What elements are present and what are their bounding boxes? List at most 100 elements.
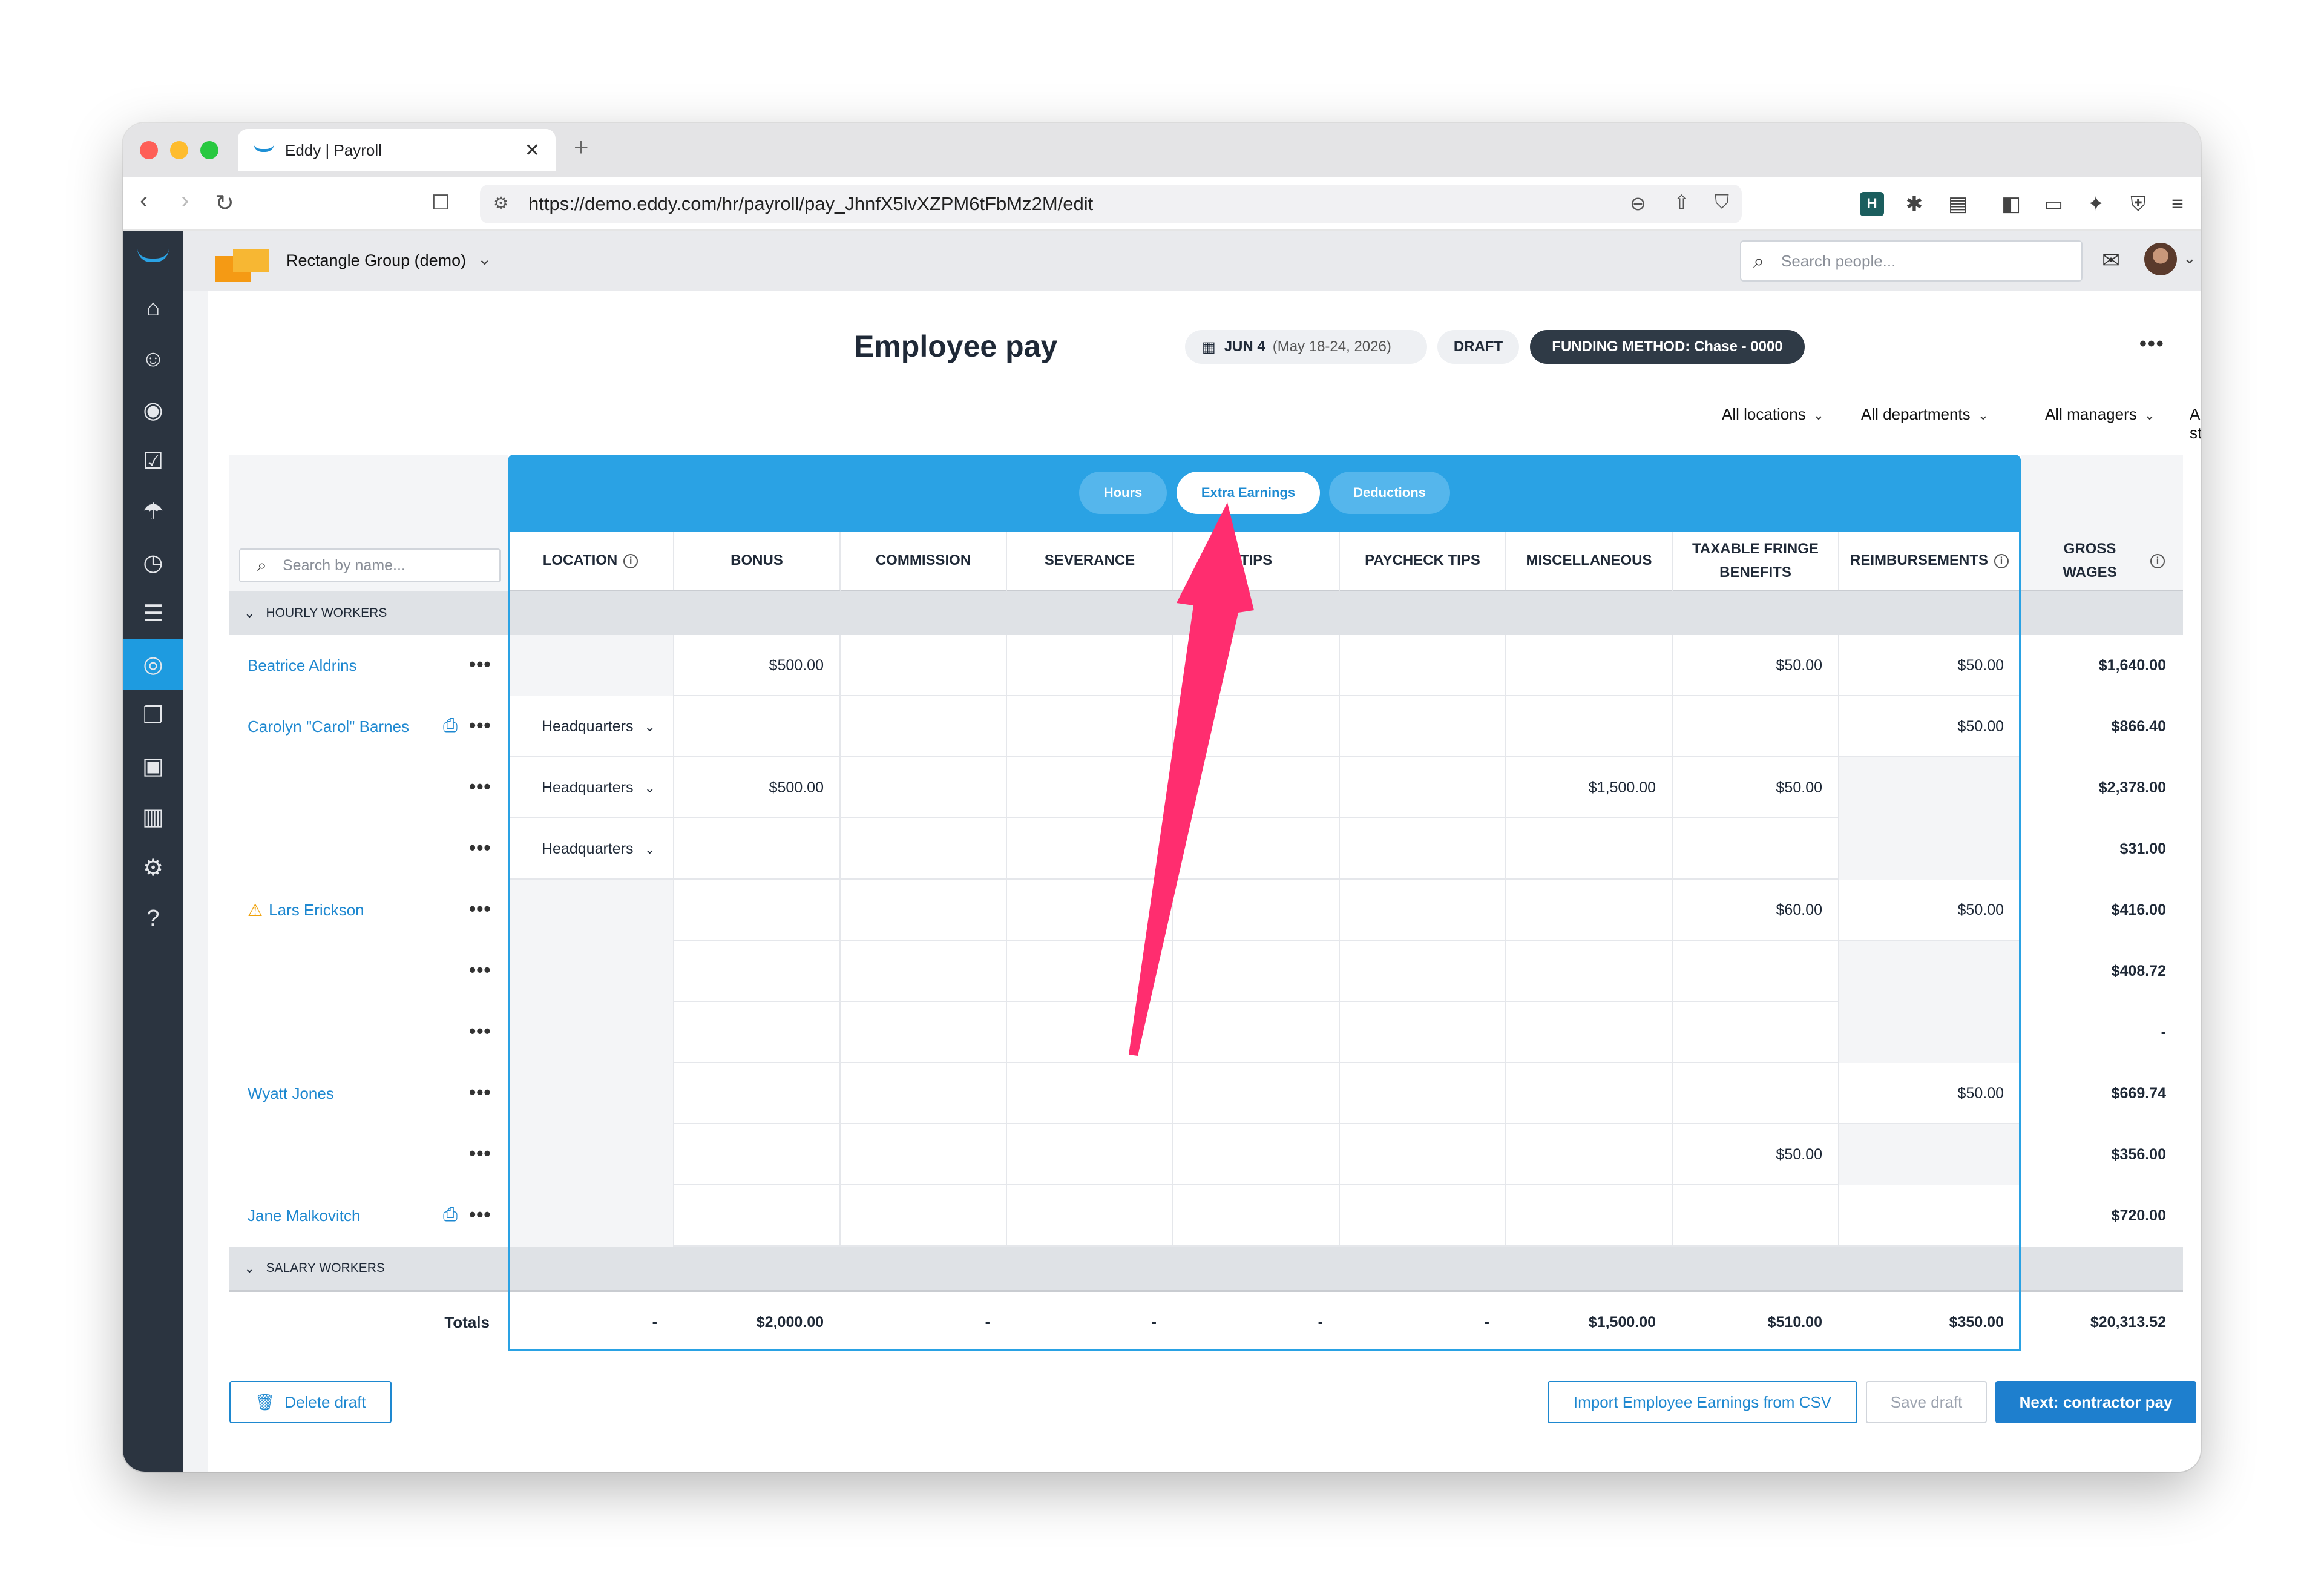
fringe-cell[interactable] bbox=[1673, 696, 1839, 757]
row-options-icon[interactable]: ••• bbox=[469, 959, 491, 981]
next-contractor-pay-button[interactable]: Next: contractor pay bbox=[1995, 1381, 2196, 1423]
filter-locations[interactable]: All locations ⌄ bbox=[1722, 405, 1824, 424]
group-hourly-workers[interactable]: ⌄ HOURLY WORKERS bbox=[229, 591, 2183, 635]
tips-cell[interactable] bbox=[1173, 1002, 1340, 1063]
tab-deductions[interactable]: Deductions bbox=[1329, 472, 1450, 514]
filter-statuses[interactable]: All statuses⌄ bbox=[2190, 405, 2201, 443]
employee-name-cell[interactable]: Beatrice Aldrins ••• bbox=[229, 635, 508, 696]
fringe-cell[interactable]: $50.00 bbox=[1673, 1124, 1839, 1185]
tips-cell[interactable] bbox=[1173, 1124, 1340, 1185]
paycheck-tips-cell[interactable] bbox=[1340, 941, 1506, 1002]
commission-cell[interactable] bbox=[841, 1002, 1007, 1063]
chevron-down-icon[interactable]: ⌄ bbox=[244, 1260, 255, 1276]
commission-cell[interactable] bbox=[841, 818, 1007, 880]
paycheck-tips-cell[interactable] bbox=[1340, 635, 1506, 696]
back-icon[interactable]: ‹ bbox=[140, 187, 148, 214]
misc-cell[interactable] bbox=[1506, 818, 1673, 880]
severance-cell[interactable] bbox=[1007, 941, 1173, 1002]
people-icon[interactable]: ☺ bbox=[123, 334, 183, 384]
tips-cell[interactable] bbox=[1173, 1185, 1340, 1247]
reader-icon[interactable]: ▤ bbox=[1946, 192, 1970, 216]
severance-cell[interactable] bbox=[1007, 696, 1173, 757]
severance-cell[interactable] bbox=[1007, 757, 1173, 818]
misc-cell[interactable] bbox=[1506, 1124, 1673, 1185]
fringe-cell[interactable] bbox=[1673, 941, 1839, 1002]
tips-cell[interactable] bbox=[1173, 880, 1340, 941]
pay-date-badge[interactable]: ▦ JUN 4 (May 18-24, 2026) bbox=[1185, 330, 1427, 364]
hiring-icon[interactable]: ◉ bbox=[123, 384, 183, 435]
bonus-cell[interactable] bbox=[674, 1124, 841, 1185]
tab-close-icon[interactable]: ✕ bbox=[525, 140, 540, 161]
wallet-icon[interactable]: ▭ bbox=[2041, 192, 2066, 216]
settings-icon[interactable]: ⚙ bbox=[123, 842, 183, 893]
misc-cell[interactable] bbox=[1506, 696, 1673, 757]
bonus-cell[interactable] bbox=[674, 696, 841, 757]
paycheck-tips-cell[interactable] bbox=[1340, 1002, 1506, 1063]
row-options-icon[interactable]: ••• bbox=[469, 1020, 491, 1042]
group-salary-workers[interactable]: ⌄ SALARY WORKERS bbox=[229, 1247, 2183, 1290]
zoom-window-button[interactable] bbox=[200, 141, 218, 159]
home-icon[interactable]: ⌂ bbox=[123, 283, 183, 334]
location-select[interactable]: Headquarters ⌄ bbox=[508, 818, 674, 880]
misc-cell[interactable]: $1,500.00 bbox=[1506, 757, 1673, 818]
reload-icon[interactable]: ↻ bbox=[215, 189, 234, 217]
reimb-cell[interactable] bbox=[1839, 1185, 2021, 1247]
tab-extra-earnings[interactable]: Extra Earnings bbox=[1177, 472, 1320, 514]
severance-cell[interactable] bbox=[1007, 880, 1173, 941]
severance-cell[interactable] bbox=[1007, 1185, 1173, 1247]
misc-cell[interactable] bbox=[1506, 880, 1673, 941]
filter-managers[interactable]: All managers ⌄ bbox=[2045, 405, 2155, 424]
name-search-input[interactable]: ⌕ Search by name... bbox=[239, 548, 501, 582]
org-logo[interactable] bbox=[215, 249, 269, 284]
info-icon[interactable]: i bbox=[623, 553, 638, 568]
employee-name[interactable]: Wyatt Jones bbox=[248, 1084, 334, 1103]
commission-cell[interactable] bbox=[841, 880, 1007, 941]
commission-cell[interactable] bbox=[841, 1063, 1007, 1124]
bonus-cell[interactable] bbox=[674, 1185, 841, 1247]
reimb-cell[interactable]: $50.00 bbox=[1839, 880, 2021, 941]
paycheck-tips-cell[interactable] bbox=[1340, 1185, 1506, 1247]
close-window-button[interactable] bbox=[140, 141, 158, 159]
time-tracking-icon[interactable]: ◷ bbox=[123, 537, 183, 588]
browser-tab[interactable]: Eddy | Payroll ✕ bbox=[238, 129, 556, 171]
row-options-icon[interactable]: ••• bbox=[469, 714, 491, 737]
row-options-icon[interactable]: ••• bbox=[469, 1081, 491, 1104]
employee-name[interactable]: Lars Erickson bbox=[269, 901, 364, 920]
chevron-down-icon[interactable]: ⌄ bbox=[478, 249, 491, 269]
delete-draft-button[interactable]: 🗑 Delete draft bbox=[229, 1381, 392, 1423]
employee-name-cell[interactable]: Jane Malkovitch ⎙ ••• bbox=[229, 1185, 508, 1247]
training-icon[interactable]: ▣ bbox=[123, 740, 183, 791]
org-name[interactable]: Rectangle Group (demo) bbox=[286, 251, 466, 270]
employee-name-cell[interactable]: ⚠ Lars Erickson ••• bbox=[229, 880, 508, 941]
fringe-cell[interactable] bbox=[1673, 1063, 1839, 1124]
row-options-icon[interactable]: ••• bbox=[469, 898, 491, 920]
chevron-down-icon[interactable]: ⌄ bbox=[2183, 249, 2196, 268]
more-options-icon[interactable]: ••• bbox=[2139, 332, 2165, 356]
row-options-icon[interactable]: ••• bbox=[469, 837, 491, 859]
eddy-logo-icon[interactable] bbox=[137, 249, 169, 262]
bonus-cell[interactable] bbox=[674, 1063, 841, 1124]
misc-cell[interactable] bbox=[1506, 941, 1673, 1002]
fringe-cell[interactable]: $50.00 bbox=[1673, 635, 1839, 696]
fringe-cell[interactable]: $50.00 bbox=[1673, 757, 1839, 818]
bonus-cell[interactable] bbox=[674, 1002, 841, 1063]
fringe-cell[interactable] bbox=[1673, 818, 1839, 880]
row-options-icon[interactable]: ••• bbox=[469, 1142, 491, 1165]
employee-name[interactable]: Beatrice Aldrins bbox=[248, 656, 357, 675]
printer-icon[interactable]: ⎙ bbox=[443, 1205, 458, 1225]
shield-icon[interactable]: ⛉ bbox=[1715, 191, 1729, 214]
severance-cell[interactable] bbox=[1007, 1124, 1173, 1185]
commission-cell[interactable] bbox=[841, 1185, 1007, 1247]
new-tab-button[interactable]: + bbox=[574, 133, 589, 162]
commission-cell[interactable] bbox=[841, 1124, 1007, 1185]
reimb-cell[interactable]: $50.00 bbox=[1839, 635, 2021, 696]
tips-cell[interactable] bbox=[1173, 941, 1340, 1002]
bonus-cell[interactable] bbox=[674, 880, 841, 941]
employee-name[interactable]: Jane Malkovitch bbox=[248, 1207, 360, 1225]
tips-cell[interactable] bbox=[1173, 818, 1340, 880]
location-select[interactable]: Headquarters ⌄ bbox=[508, 757, 674, 818]
commission-cell[interactable] bbox=[841, 941, 1007, 1002]
commission-cell[interactable] bbox=[841, 696, 1007, 757]
row-options-icon[interactable]: ••• bbox=[469, 776, 491, 798]
minimize-window-button[interactable] bbox=[170, 141, 188, 159]
